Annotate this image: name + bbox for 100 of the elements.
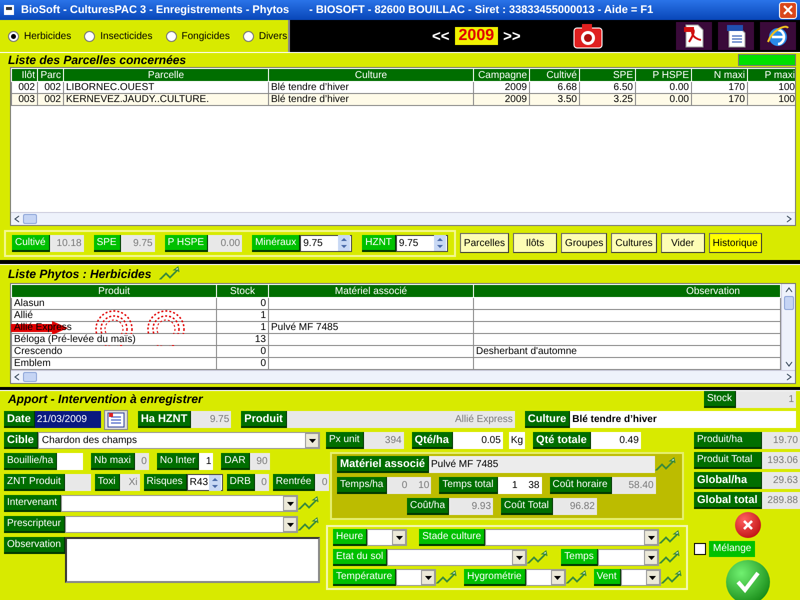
column-header[interactable]: Campagne xyxy=(474,68,530,82)
dropdown-field[interactable] xyxy=(598,549,659,566)
scroll-thumb[interactable] xyxy=(784,296,794,310)
spin-arrows-icon[interactable] xyxy=(208,474,221,490)
dropdown-field[interactable] xyxy=(620,569,661,586)
chart-arrow-icon[interactable] xyxy=(659,550,681,566)
field-label: Stade culture xyxy=(419,529,486,546)
text-area[interactable] xyxy=(64,537,320,583)
column-header[interactable]: P HSPE xyxy=(636,68,692,82)
scroll-thumb[interactable] xyxy=(23,214,37,224)
camera-icon[interactable] xyxy=(572,23,603,49)
field-label: Culture xyxy=(524,411,570,428)
section-title: Apport - Intervention à enregistrer xyxy=(6,392,204,406)
text-field[interactable]: 1 xyxy=(199,453,214,470)
table-cell: 0 xyxy=(216,298,268,310)
table-cell: Desherbant d'automne xyxy=(474,346,780,358)
dropdown-field[interactable] xyxy=(64,516,298,533)
caret-icon xyxy=(424,576,432,580)
chart-arrow-icon[interactable] xyxy=(659,530,681,546)
column-header[interactable]: P maxi xyxy=(748,68,795,82)
field-label: Coût horaire xyxy=(550,477,612,494)
toolbar-button[interactable]: Groupes xyxy=(561,233,608,253)
chart-arrow-icon[interactable] xyxy=(660,570,683,586)
dropdown-field[interactable] xyxy=(396,569,436,586)
rtf-export-button[interactable] xyxy=(718,22,754,50)
text-field[interactable]: 0.05 xyxy=(452,432,503,449)
table-cell: 6.68 xyxy=(530,82,580,94)
field-label: Bouillie/ha xyxy=(4,453,58,470)
radio-option[interactable]: Herbicides xyxy=(8,30,72,42)
field-label: Hygrométrie xyxy=(464,569,526,586)
dropdown-field[interactable] xyxy=(387,549,528,566)
dropdown-field[interactable] xyxy=(61,495,298,512)
column-header[interactable]: Ilôt xyxy=(12,68,38,82)
column-header[interactable]: SPE xyxy=(580,68,636,82)
chart-arrow-icon[interactable] xyxy=(298,516,320,532)
spin-field[interactable]: 9.75 xyxy=(300,234,352,252)
column-header[interactable]: Matériel associé xyxy=(268,284,474,298)
year-value: 2009 xyxy=(454,27,498,45)
table-cell: KERNEVEZ.JAUDY..CULTURE. xyxy=(64,94,268,106)
radio-option[interactable]: Insecticides xyxy=(84,30,152,42)
column-header[interactable]: Parcelle xyxy=(64,68,268,82)
spin-field[interactable]: R43 xyxy=(186,474,223,491)
checkbox-label: Mélange xyxy=(709,541,756,557)
toolbar-button[interactable]: Ilôts xyxy=(513,233,558,253)
dropdown-field[interactable]: Chardon des champs xyxy=(38,432,320,449)
column-header[interactable]: Parc xyxy=(38,68,64,82)
chart-arrow-icon[interactable] xyxy=(159,266,182,282)
radio-option[interactable]: Divers xyxy=(242,30,288,42)
field-label: Toxi xyxy=(94,474,120,491)
spin-arrows-icon[interactable] xyxy=(338,235,350,251)
table-cell: 1 xyxy=(216,310,268,322)
checkbox[interactable] xyxy=(694,543,706,555)
text-field[interactable]: 38 xyxy=(520,477,542,494)
spin-arrows-icon[interactable] xyxy=(434,235,446,251)
dropdown-field[interactable] xyxy=(367,529,408,546)
field-label: Px unit xyxy=(326,432,364,449)
previous-year-button[interactable]: << xyxy=(432,28,450,44)
text-field[interactable]: 1 xyxy=(498,477,520,494)
date-field[interactable]: 21/03/2009 xyxy=(34,411,101,428)
horizontal-scrollbar[interactable] xyxy=(11,212,795,225)
calendar-button[interactable] xyxy=(104,410,128,430)
table-cell: 2009 xyxy=(474,94,530,106)
text-field[interactable]: 0.49 xyxy=(590,432,641,449)
toolbar-button[interactable]: Cultures xyxy=(611,233,657,253)
field-value: Allié Express xyxy=(286,411,515,428)
field-label: ZNT Produit xyxy=(4,474,65,491)
field-label: Stock xyxy=(704,390,736,408)
column-header[interactable]: Stock xyxy=(216,284,268,298)
field-label: HZNT xyxy=(362,234,396,252)
column-header[interactable]: Produit xyxy=(12,284,216,298)
column-header[interactable]: Observation xyxy=(474,284,780,298)
toolbar-button[interactable]: Parcelles xyxy=(460,233,510,253)
spin-field[interactable]: 9.75 xyxy=(396,234,448,252)
column-header[interactable]: Cultivé xyxy=(530,68,580,82)
pdf-export-button[interactable] xyxy=(676,22,712,50)
chart-arrow-icon[interactable] xyxy=(298,496,320,512)
field-value: 9.75 xyxy=(303,236,324,250)
dropdown-field[interactable] xyxy=(526,569,566,586)
chart-arrow-icon[interactable] xyxy=(566,570,588,586)
text-field[interactable] xyxy=(57,453,84,470)
text-field[interactable]: Blé tendre d’hiver xyxy=(570,411,796,428)
vertical-scrollbar[interactable] xyxy=(781,284,795,370)
chart-arrow-icon[interactable] xyxy=(436,570,458,586)
field-value: Pulvé MF 7485 xyxy=(429,456,655,473)
pdf-file-icon xyxy=(683,24,705,48)
toolbar-button[interactable]: Vider xyxy=(660,233,705,253)
close-button[interactable] xyxy=(779,2,797,18)
browser-button[interactable] xyxy=(760,22,796,50)
column-header[interactable]: Culture xyxy=(268,68,474,82)
confirm-button[interactable] xyxy=(726,560,770,600)
field-value: R43 xyxy=(190,476,209,490)
horizontal-scrollbar[interactable] xyxy=(11,370,795,383)
dropdown-field[interactable] xyxy=(485,529,659,546)
scroll-thumb[interactable] xyxy=(23,372,37,382)
column-header[interactable]: N maxi xyxy=(692,68,748,82)
radio-option[interactable]: Fongicides xyxy=(166,30,230,42)
toolbar-button[interactable]: Historique xyxy=(708,233,762,253)
cancel-button[interactable] xyxy=(735,512,761,538)
next-year-button[interactable]: >> xyxy=(503,28,521,44)
caret-icon xyxy=(648,556,654,560)
